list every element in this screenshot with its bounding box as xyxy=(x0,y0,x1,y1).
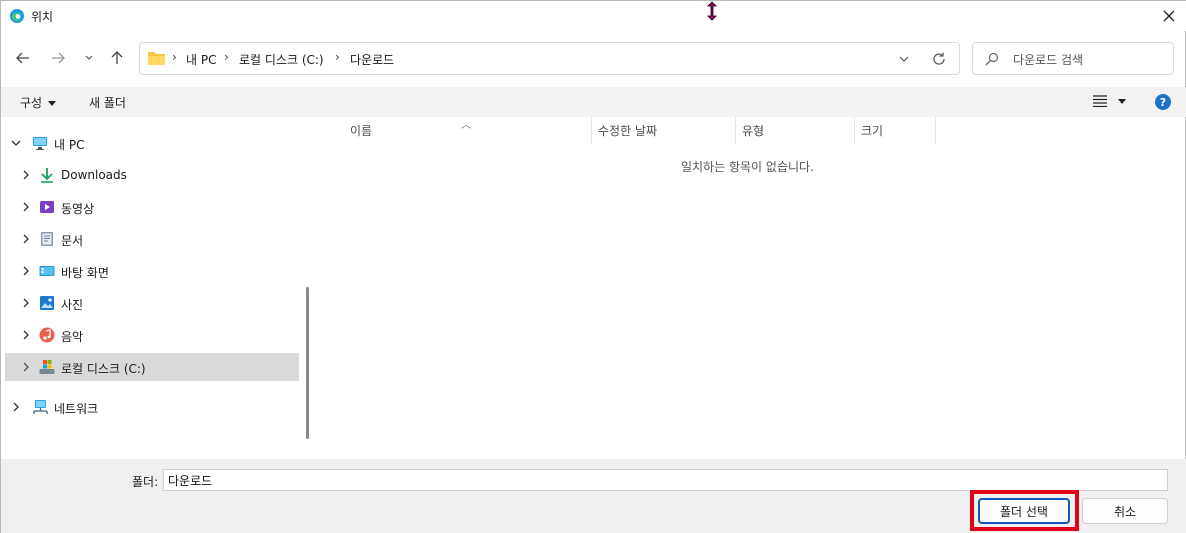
nav-item-label: 문서 xyxy=(61,234,84,248)
chevron-right-icon[interactable] xyxy=(21,266,31,276)
search-placeholder: 다운로드 검색 xyxy=(1013,53,1084,67)
breadcrumb-separator: › xyxy=(335,50,340,64)
column-divider[interactable] xyxy=(935,117,936,143)
document-icon xyxy=(41,232,53,246)
nav-item-network[interactable]: 네트워크 xyxy=(5,393,299,421)
pc-icon xyxy=(33,137,47,150)
view-options-caret-icon[interactable] xyxy=(1118,99,1126,104)
breadcrumb-downloads[interactable]: 다운로드 xyxy=(350,51,394,68)
organize-label: 구성 xyxy=(20,96,43,110)
list-view-icon[interactable] xyxy=(1093,95,1107,107)
folder-name-input[interactable]: 다운로드 xyxy=(163,469,1168,491)
close-button[interactable] xyxy=(1151,4,1186,28)
organize-menu-button[interactable]: 구성 xyxy=(20,94,57,111)
nav-item-label: 로컬 디스크 (C:) xyxy=(61,362,146,376)
folder-icon xyxy=(148,52,165,65)
drive-icon xyxy=(39,360,55,374)
navigation-pane: 내 PC Downloads 동영상 문서 바탕 화면 사진 음악 로컬 디스크… xyxy=(1,117,311,459)
nav-item-label: 바탕 화면 xyxy=(61,266,109,280)
recent-locations-button[interactable] xyxy=(78,47,100,69)
nav-item-my-pc[interactable]: 내 PC xyxy=(5,129,299,157)
file-list-pane: ︿ 이름 수정한 날짜 유형 크기 일치하는 항목이 없습니다. xyxy=(317,117,1185,459)
select-folder-button[interactable]: 폴더 선택 xyxy=(978,498,1070,524)
chevron-right-icon[interactable] xyxy=(21,298,31,308)
breadcrumb-my-pc[interactable]: 내 PC xyxy=(186,51,216,68)
dialog-footer: 폴더: 다운로드 폴더 선택 취소 xyxy=(1,459,1186,533)
chevron-down-icon xyxy=(85,55,93,60)
nav-item-label: 내 PC xyxy=(54,138,85,152)
breadcrumb-local-disk[interactable]: 로컬 디스크 (C:) xyxy=(239,51,324,68)
video-icon xyxy=(40,201,54,213)
column-divider[interactable] xyxy=(735,117,736,143)
desktop-icon xyxy=(39,266,55,276)
folder-picker-dialog: 위치 › 내 PC › 로컬 디스크 (C:) › 다운로드 다운로드 검색 구… xyxy=(0,0,1186,533)
sort-ascending-icon: ︿ xyxy=(461,120,471,131)
close-icon xyxy=(1163,10,1175,22)
nav-item-music[interactable]: 음악 xyxy=(5,321,299,349)
back-button[interactable] xyxy=(12,47,34,69)
breadcrumb-separator: › xyxy=(172,50,177,64)
chevron-expanded-icon[interactable] xyxy=(11,138,21,148)
help-icon[interactable]: ? xyxy=(1155,94,1171,110)
nav-item-local-disk[interactable]: 로컬 디스크 (C:) xyxy=(5,353,299,381)
chevron-right-icon[interactable] xyxy=(11,402,21,412)
chevron-right-icon[interactable] xyxy=(21,362,31,372)
nav-item-videos[interactable]: 동영상 xyxy=(5,193,299,221)
picture-icon xyxy=(40,296,54,310)
network-icon xyxy=(33,400,48,414)
empty-folder-message: 일치하는 항목이 없습니다. xyxy=(681,160,814,174)
nav-item-desktop[interactable]: 바탕 화면 xyxy=(5,257,299,285)
column-header-date-modified[interactable]: 수정한 날짜 xyxy=(598,122,657,139)
arrow-left-icon xyxy=(16,52,29,64)
address-bar[interactable]: › 내 PC › 로컬 디스크 (C:) › 다운로드 xyxy=(139,42,960,75)
command-bar: 구성 새 폴더 ? xyxy=(1,87,1186,117)
nav-item-downloads[interactable]: Downloads xyxy=(5,161,299,189)
nav-item-documents[interactable]: 문서 xyxy=(5,225,299,253)
edge-browser-icon xyxy=(10,9,24,23)
download-icon xyxy=(41,168,53,183)
chevron-right-icon[interactable] xyxy=(21,330,31,340)
arrow-up-icon xyxy=(111,51,123,64)
nav-item-label: 음악 xyxy=(61,330,84,344)
folder-field-label: 폴더: xyxy=(132,475,159,489)
breadcrumb-separator: › xyxy=(224,50,229,64)
new-folder-button[interactable]: 새 폴더 xyxy=(89,94,126,111)
nav-item-pictures[interactable]: 사진 xyxy=(5,289,299,317)
chevron-down-icon[interactable] xyxy=(897,52,911,66)
title-bar: 위치 xyxy=(1,1,1186,31)
caret-down-icon xyxy=(48,101,57,106)
music-icon xyxy=(39,327,55,343)
search-icon xyxy=(985,52,999,66)
column-divider[interactable] xyxy=(591,117,592,143)
nav-item-label: Downloads xyxy=(61,168,127,182)
nav-scrollbar-thumb[interactable] xyxy=(306,287,309,439)
nav-item-label: 동영상 xyxy=(61,202,95,216)
column-header-size[interactable]: 크기 xyxy=(861,122,883,139)
up-button[interactable] xyxy=(106,47,128,69)
column-header-name[interactable]: 이름 xyxy=(350,122,372,139)
chevron-right-icon[interactable] xyxy=(21,170,31,180)
nav-item-label: 네트워크 xyxy=(54,402,99,416)
refresh-icon[interactable] xyxy=(931,51,947,67)
resize-cursor-icon xyxy=(707,1,717,21)
nav-item-label: 사진 xyxy=(61,298,84,312)
cancel-button[interactable]: 취소 xyxy=(1082,498,1168,524)
arrow-right-icon xyxy=(52,52,65,64)
chevron-right-icon[interactable] xyxy=(21,202,31,212)
forward-button[interactable] xyxy=(47,47,69,69)
column-header-type[interactable]: 유형 xyxy=(742,122,764,139)
search-input[interactable]: 다운로드 검색 xyxy=(972,42,1174,75)
chevron-right-icon[interactable] xyxy=(21,234,31,244)
window-title: 위치 xyxy=(31,10,54,24)
column-divider[interactable] xyxy=(854,117,855,143)
